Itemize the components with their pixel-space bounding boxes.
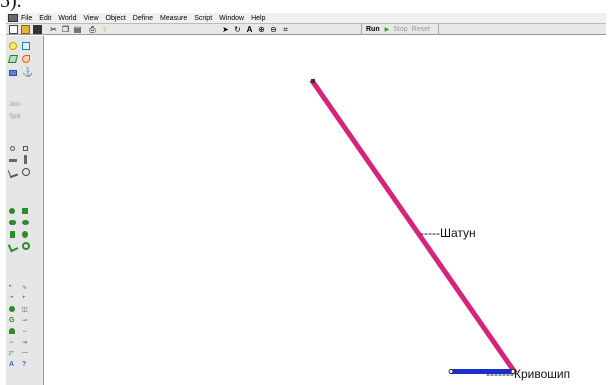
- crank-pivot[interactable]: [448, 369, 454, 374]
- mechanism-drawing: [309, 78, 518, 375]
- rod-label: -----Шатун: [420, 226, 476, 240]
- crank-label: -------Кривошип: [486, 367, 571, 381]
- rod-end-marker: [311, 79, 315, 83]
- connecting-rod[interactable]: [309, 78, 518, 375]
